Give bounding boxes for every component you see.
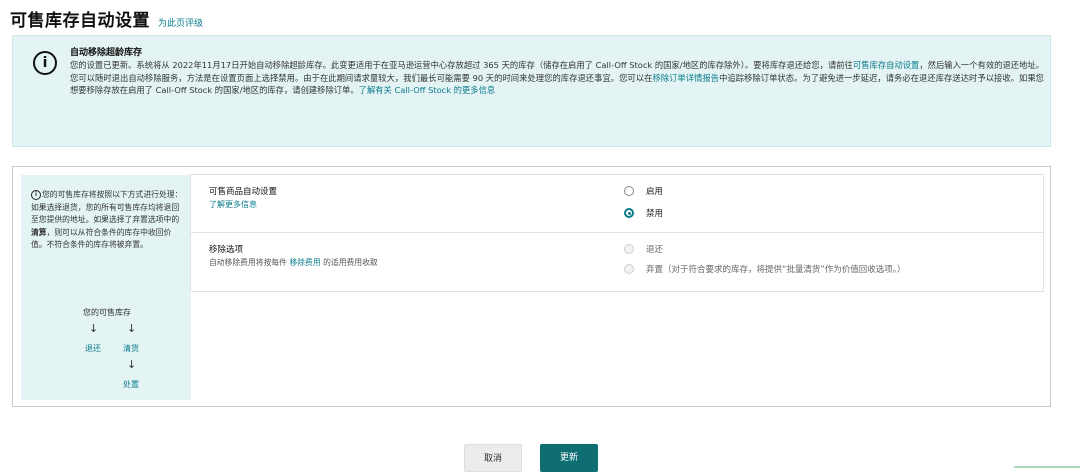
settings-panel: i 您的可售库存将按照以下方式进行处理：如果选择退货，您的所有可售库存均将退回至您… xyxy=(12,166,1051,407)
arrow-down-icon: ↓ xyxy=(127,358,137,371)
sidebar-description: i 您的可售库存将按照以下方式进行处理：如果选择退货，您的所有可售库存均将退回至您… xyxy=(31,189,183,252)
notice-title: 自动移除超龄库存 xyxy=(70,48,143,58)
desc-text: 自动移除费用将按每件 xyxy=(209,258,287,267)
option-disable[interactable]: 禁用 xyxy=(624,207,663,219)
option-label: 弃置（对于符合要求的库存，将提供“批量清货”作为价值回收选项。） xyxy=(646,265,906,275)
removal-fee-link[interactable]: 移除费用 xyxy=(289,258,320,267)
option-label: 启用 xyxy=(646,187,664,197)
notice-text: 您的设置已更新。系统将从 2022年11月17日开始自动移除超龄库存。此变更适用… xyxy=(70,60,853,70)
desc-text: 的适用费用收取 xyxy=(323,258,378,267)
settings-rows: 可售商品自动设置 了解更多信息 启用 禁用 移除选项 自动移除费用将按每件 移除… xyxy=(190,174,1044,292)
flow-dispose-link[interactable]: 处置 xyxy=(123,379,139,390)
sidebar-text: ，则可以从符合条件的库存中收回价值。不符合条件的库存将被弃置。 xyxy=(31,227,172,250)
sidebar-bold-text: 清算 xyxy=(31,227,47,237)
rate-page-link[interactable]: 为此页评级 xyxy=(158,16,203,29)
info-icon: i xyxy=(33,51,57,75)
removal-options-row: 移除选项 自动移除费用将按每件 移除费用 的适用费用收取 退还 弃置（对于符合要… xyxy=(191,233,1043,291)
bottom-accent-line xyxy=(1014,466,1080,468)
option-label: 退还 xyxy=(646,245,664,255)
option-enable[interactable]: 启用 xyxy=(624,185,663,197)
notice-banner: i 自动移除超龄库存 您的设置已更新。系统将从 2022年11月17日开始自动移… xyxy=(12,35,1051,147)
removal-report-link[interactable]: 移除订单详情报告 xyxy=(652,73,719,83)
flow-title: 您的可售库存 xyxy=(83,308,131,317)
flow-liquidate-link[interactable]: 清货 xyxy=(123,343,139,354)
page-header: 可售库存自动设置 为此页评级 xyxy=(10,6,203,31)
disable-radio[interactable] xyxy=(624,208,634,218)
cancel-button[interactable]: 取消 xyxy=(464,444,522,472)
arrow-down-icon: ↓ xyxy=(127,322,137,335)
sidebar-text: 您的可售库存将按照以下方式进行处理：如果选择退货，您的所有可售库存均将退回至您提… xyxy=(31,190,183,224)
notice-content: 自动移除超龄库存 您的设置已更新。系统将从 2022年11月17日开始自动移除超… xyxy=(70,47,1044,97)
inventory-settings-link[interactable]: 可售库存自动设置 xyxy=(853,60,919,70)
removal-options-label: 移除选项 xyxy=(209,245,244,255)
removal-fee-description: 自动移除费用将按每件 移除费用 的适用费用收取 xyxy=(209,257,378,268)
option-dispose[interactable]: 弃置（对于符合要求的库存，将提供“批量清货”作为价值回收选项。） xyxy=(624,263,906,275)
auto-setting-label: 可售商品自动设置 xyxy=(209,187,278,197)
update-button[interactable]: 更新 xyxy=(540,444,598,472)
enable-radio[interactable] xyxy=(624,186,634,196)
option-label: 禁用 xyxy=(646,209,664,219)
learn-more-link[interactable]: 了解更多信息 xyxy=(209,199,257,210)
dispose-radio[interactable] xyxy=(624,264,634,274)
option-return[interactable]: 退还 xyxy=(624,243,663,255)
page-title: 可售库存自动设置 xyxy=(10,11,150,31)
arrow-down-icon: ↓ xyxy=(89,322,99,335)
info-icon: i xyxy=(31,190,41,200)
info-sidebar: i 您的可售库存将按照以下方式进行处理：如果选择退货，您的所有可售库存均将退回至您… xyxy=(21,175,191,400)
flow-return-link[interactable]: 退还 xyxy=(85,343,101,354)
call-off-stock-link[interactable]: 了解有关 Call-Off Stock 的更多信息 xyxy=(359,85,496,95)
auto-setting-row: 可售商品自动设置 了解更多信息 启用 禁用 xyxy=(191,175,1043,233)
return-radio[interactable] xyxy=(624,244,634,254)
notice-body: 您的设置已更新。系统将从 2022年11月17日开始自动移除超龄库存。此变更适用… xyxy=(70,59,1044,97)
